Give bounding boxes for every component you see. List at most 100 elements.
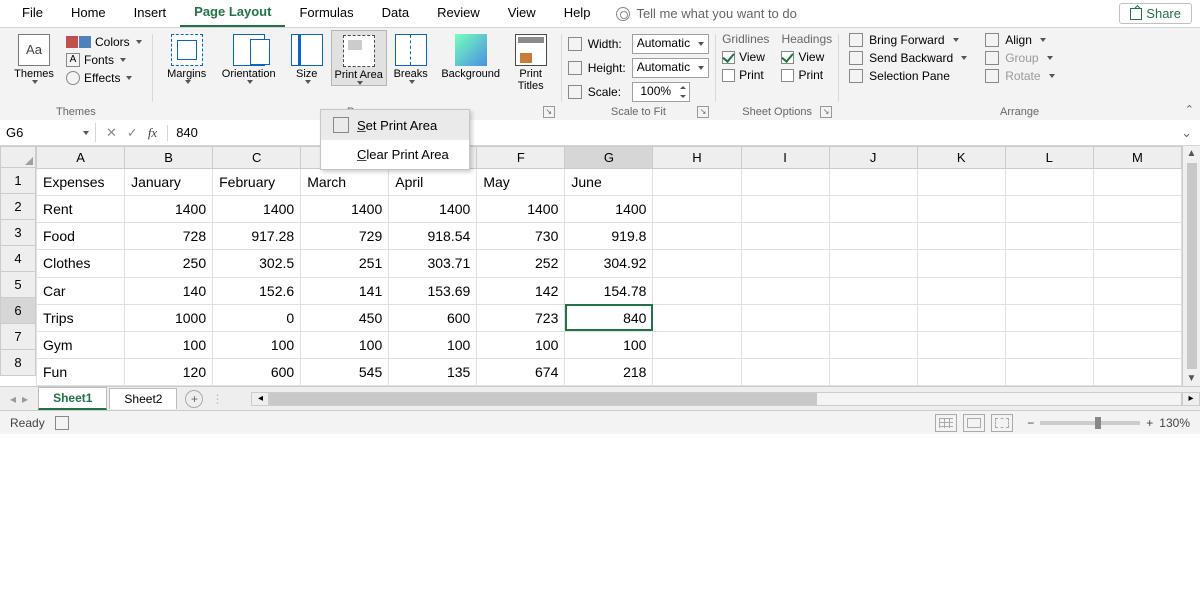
cell-I6[interactable] bbox=[741, 304, 829, 331]
cell-A1[interactable]: Expenses bbox=[37, 169, 125, 196]
cell-D1[interactable]: March bbox=[301, 169, 389, 196]
col-header-F[interactable]: F bbox=[477, 147, 565, 169]
cell-G5[interactable]: 154.78 bbox=[565, 277, 653, 304]
tab-insert[interactable]: Insert bbox=[120, 1, 181, 26]
col-header-M[interactable]: M bbox=[1093, 147, 1181, 169]
cell-F1[interactable]: May bbox=[477, 169, 565, 196]
tab-review[interactable]: Review bbox=[423, 1, 494, 26]
effects-button[interactable]: Effects bbox=[62, 70, 146, 86]
cell-I1[interactable] bbox=[741, 169, 829, 196]
cell-L1[interactable] bbox=[1005, 169, 1093, 196]
cell-F2[interactable]: 1400 bbox=[477, 196, 565, 223]
row-header-1[interactable]: 1 bbox=[0, 168, 36, 194]
col-header-C[interactable]: C bbox=[213, 147, 301, 169]
background-button[interactable]: Background bbox=[435, 30, 507, 80]
cell-F3[interactable]: 730 bbox=[477, 223, 565, 250]
row-header-7[interactable]: 7 bbox=[0, 324, 36, 350]
select-all-corner[interactable] bbox=[0, 146, 36, 168]
cell-J8[interactable] bbox=[829, 358, 917, 385]
cell-A7[interactable]: Gym bbox=[37, 331, 125, 358]
col-header-H[interactable]: H bbox=[653, 147, 741, 169]
zoom-in-button[interactable]: + bbox=[1146, 416, 1153, 430]
cell-C5[interactable]: 152.6 bbox=[213, 277, 301, 304]
cell-J3[interactable] bbox=[829, 223, 917, 250]
themes-button[interactable]: Themes bbox=[6, 30, 62, 84]
breaks-button[interactable]: Breaks bbox=[387, 30, 435, 84]
cell-J7[interactable] bbox=[829, 331, 917, 358]
cell-H1[interactable] bbox=[653, 169, 741, 196]
cell-E6[interactable]: 600 bbox=[389, 304, 477, 331]
cell-M5[interactable] bbox=[1093, 277, 1181, 304]
cell-I2[interactable] bbox=[741, 196, 829, 223]
cell-B3[interactable]: 728 bbox=[125, 223, 213, 250]
scale-launcher[interactable]: ↘ bbox=[697, 106, 709, 118]
cell-J1[interactable] bbox=[829, 169, 917, 196]
cell-D5[interactable]: 141 bbox=[301, 277, 389, 304]
colors-button[interactable]: Colors bbox=[62, 34, 146, 50]
cell-J2[interactable] bbox=[829, 196, 917, 223]
scroll-down-button[interactable]: ▼ bbox=[1185, 371, 1199, 386]
cell-D4[interactable]: 251 bbox=[301, 250, 389, 277]
cell-D6[interactable]: 450 bbox=[301, 304, 389, 331]
share-button[interactable]: Share bbox=[1119, 3, 1192, 24]
headings-print-checkbox[interactable]: Print bbox=[781, 68, 832, 82]
scale-spinner[interactable]: 100% bbox=[632, 82, 690, 102]
cell-K4[interactable] bbox=[917, 250, 1005, 277]
col-header-A[interactable]: A bbox=[37, 147, 125, 169]
tab-file[interactable]: File bbox=[8, 1, 57, 26]
row-header-2[interactable]: 2 bbox=[0, 194, 36, 220]
formula-bar[interactable]: 840 bbox=[168, 123, 1173, 142]
cell-H6[interactable] bbox=[653, 304, 741, 331]
cell-L5[interactable] bbox=[1005, 277, 1093, 304]
cell-K7[interactable] bbox=[917, 331, 1005, 358]
cell-B5[interactable]: 140 bbox=[125, 277, 213, 304]
cell-E7[interactable]: 100 bbox=[389, 331, 477, 358]
cell-L8[interactable] bbox=[1005, 358, 1093, 385]
cell-I7[interactable] bbox=[741, 331, 829, 358]
zoom-out-button[interactable]: − bbox=[1027, 416, 1034, 430]
cell-B1[interactable]: January bbox=[125, 169, 213, 196]
height-dropdown[interactable]: Automatic bbox=[632, 58, 709, 78]
cell-B6[interactable]: 1000 bbox=[125, 304, 213, 331]
tab-help[interactable]: Help bbox=[550, 1, 605, 26]
cell-D2[interactable]: 1400 bbox=[301, 196, 389, 223]
cell-G3[interactable]: 919.8 bbox=[565, 223, 653, 250]
vertical-scrollbar[interactable]: ▲ ▼ bbox=[1182, 146, 1200, 386]
col-header-K[interactable]: K bbox=[917, 147, 1005, 169]
cell-D3[interactable]: 729 bbox=[301, 223, 389, 250]
cell-L4[interactable] bbox=[1005, 250, 1093, 277]
page-layout-view-button[interactable] bbox=[963, 414, 985, 432]
cell-B2[interactable]: 1400 bbox=[125, 196, 213, 223]
page-setup-launcher[interactable]: ↘ bbox=[543, 106, 555, 118]
page-break-view-button[interactable] bbox=[991, 414, 1013, 432]
cell-C2[interactable]: 1400 bbox=[213, 196, 301, 223]
macro-record-icon[interactable] bbox=[55, 416, 69, 430]
orientation-button[interactable]: Orientation bbox=[215, 30, 283, 84]
scroll-right-button[interactable]: ▸ bbox=[1182, 392, 1200, 406]
cell-E8[interactable]: 135 bbox=[389, 358, 477, 385]
cell-C1[interactable]: February bbox=[213, 169, 301, 196]
clear-print-area-item[interactable]: Clear Print Area bbox=[321, 140, 469, 169]
cell-H7[interactable] bbox=[653, 331, 741, 358]
set-print-area-item[interactable]: Set Print Area bbox=[321, 110, 469, 140]
col-header-B[interactable]: B bbox=[125, 147, 213, 169]
cell-E4[interactable]: 303.71 bbox=[389, 250, 477, 277]
cell-C7[interactable]: 100 bbox=[213, 331, 301, 358]
cell-E1[interactable]: April bbox=[389, 169, 477, 196]
hscroll-thumb[interactable] bbox=[270, 393, 816, 405]
bring-forward-button[interactable]: Bring Forward bbox=[845, 32, 971, 48]
cell-I5[interactable] bbox=[741, 277, 829, 304]
scroll-up-button[interactable]: ▲ bbox=[1185, 146, 1199, 161]
normal-view-button[interactable] bbox=[935, 414, 957, 432]
tab-view[interactable]: View bbox=[494, 1, 550, 26]
tab-formulas[interactable]: Formulas bbox=[285, 1, 367, 26]
gridlines-print-checkbox[interactable]: Print bbox=[722, 68, 769, 82]
cell-M2[interactable] bbox=[1093, 196, 1181, 223]
width-dropdown[interactable]: Automatic bbox=[632, 34, 709, 54]
cell-F4[interactable]: 252 bbox=[477, 250, 565, 277]
tab-page-layout[interactable]: Page Layout bbox=[180, 0, 285, 27]
cell-M3[interactable] bbox=[1093, 223, 1181, 250]
cell-C4[interactable]: 302.5 bbox=[213, 250, 301, 277]
cell-A8[interactable]: Fun bbox=[37, 358, 125, 385]
send-backward-button[interactable]: Send Backward bbox=[845, 50, 971, 66]
